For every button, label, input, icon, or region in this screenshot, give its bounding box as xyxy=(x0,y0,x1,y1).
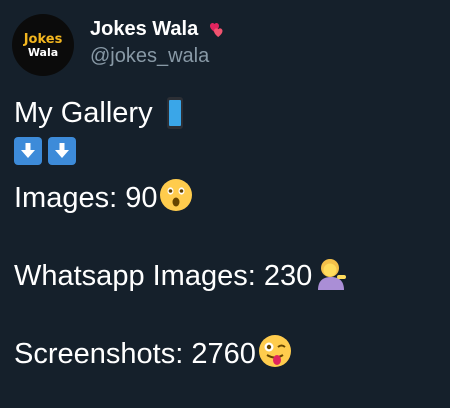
avatar-logo-text: Jokes xyxy=(23,31,63,47)
mobile-phone-icon xyxy=(166,97,183,129)
gallery-title-line: My Gallery xyxy=(14,95,348,131)
author-names: Jokes Wala @jokes_wala xyxy=(90,18,226,68)
whatsapp-images-line: Whatsapp Images: 230 xyxy=(14,257,348,295)
whatsapp-images-count: Whatsapp Images: 230 xyxy=(14,259,313,292)
tweet-text: My Gallery Images: 90 Whatsapp Images: 2… xyxy=(14,95,348,373)
display-name[interactable]: Jokes Wala xyxy=(90,18,198,41)
gallery-title: My Gallery xyxy=(14,96,153,129)
person-tipping-hand-icon xyxy=(314,256,348,296)
avatar-logo-subtext: Wala xyxy=(27,45,59,59)
display-name-row: Jokes Wala xyxy=(90,18,226,41)
tweet-card[interactable]: Jokes Wala Jokes Wala @jokes_wala My Gal… xyxy=(0,0,450,405)
winking-face-with-tongue-icon xyxy=(258,334,292,374)
tweet-meta-cut-off xyxy=(14,398,374,408)
screenshots-count: Screenshots: 2760 xyxy=(14,337,256,370)
screenshots-line: Screenshots: 2760 xyxy=(14,335,348,373)
two-hearts-icon xyxy=(204,20,226,40)
images-count-line: Images: 90 xyxy=(14,179,348,217)
author-handle[interactable]: @jokes_wala xyxy=(90,45,226,68)
images-count: Images: 90 xyxy=(14,181,158,214)
down-arrows-line xyxy=(14,133,348,169)
avatar[interactable]: Jokes Wala xyxy=(12,14,74,76)
down-arrow-icon xyxy=(14,137,42,165)
astonished-face-icon xyxy=(159,178,193,218)
down-arrow-icon xyxy=(48,137,76,165)
tweet-header: Jokes Wala Jokes Wala @jokes_wala xyxy=(12,14,226,76)
